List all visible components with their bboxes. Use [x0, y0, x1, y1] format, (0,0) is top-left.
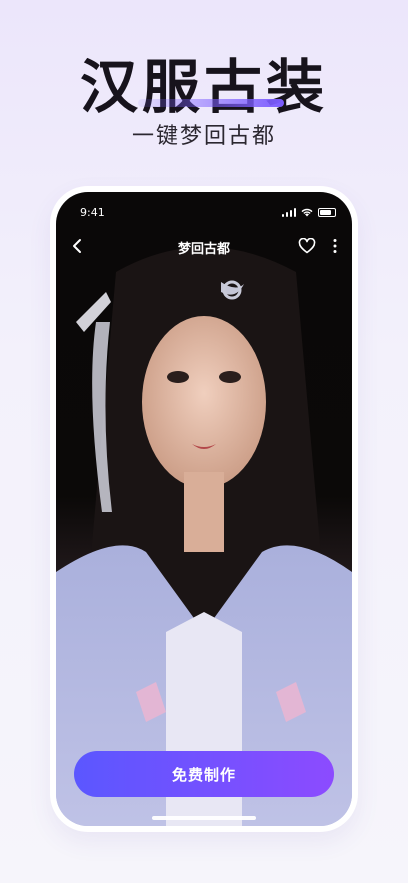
home-indicator [152, 816, 256, 820]
phone-frame: 9:41 梦回古都 免费制作 [50, 186, 358, 832]
wifi-icon [301, 208, 313, 217]
status-icons [281, 208, 336, 217]
free-make-button[interactable]: 免费制作 [74, 751, 334, 797]
app-screen: 9:41 梦回古都 免费制作 [56, 192, 352, 826]
portrait-image [56, 247, 352, 826]
promo-title: 汉服古装 [79, 53, 328, 121]
signal-icon [281, 208, 296, 217]
promo-subtitle: 一键梦回古都 [131, 124, 276, 149]
status-time: 9:41 [80, 206, 105, 219]
heart-icon[interactable] [298, 238, 316, 254]
battery-icon [318, 208, 336, 217]
title-underline [138, 99, 284, 107]
more-vertical-icon[interactable] [332, 238, 338, 254]
